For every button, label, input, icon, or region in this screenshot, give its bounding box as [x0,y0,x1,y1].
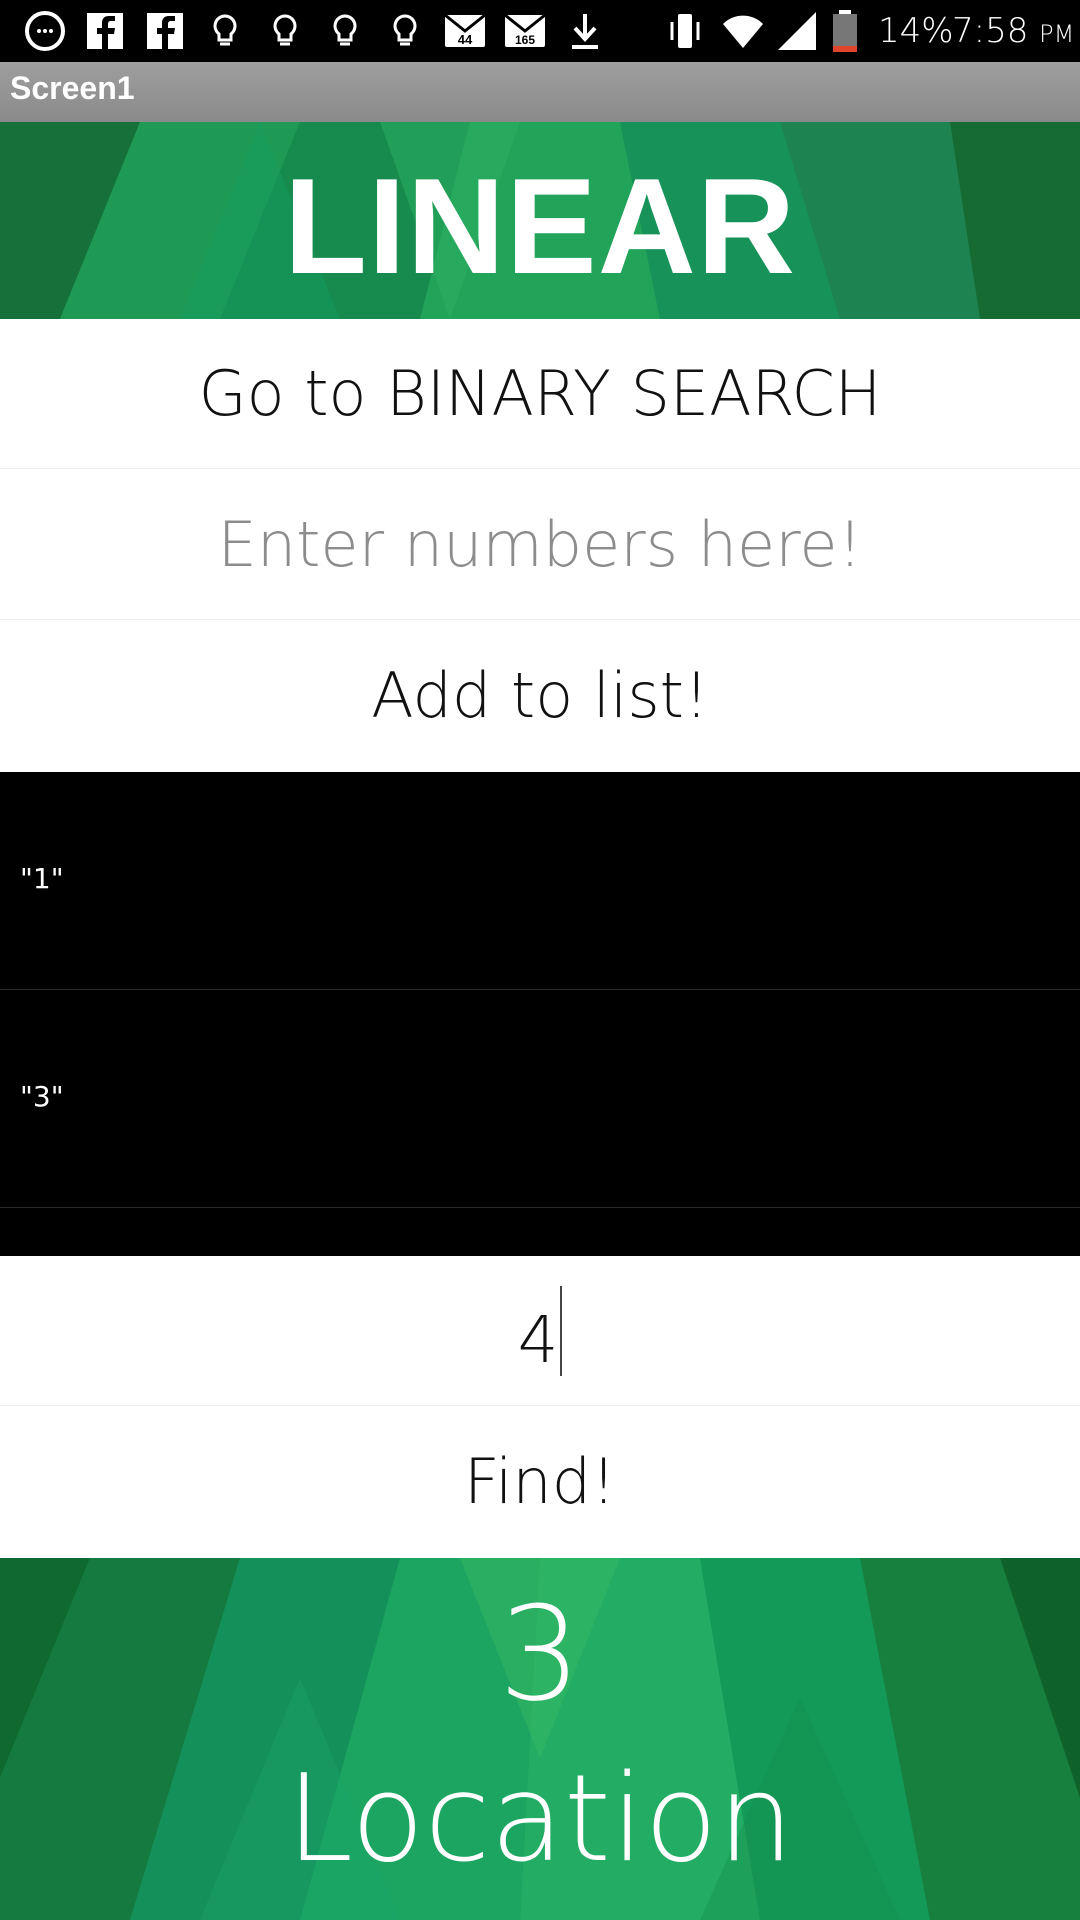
bulb-icon [333,14,357,46]
download-icon [572,14,598,49]
list-item[interactable]: "1" [0,772,1080,990]
numbers-input[interactable]: Enter numbers here! [0,470,1080,620]
signal-icon [778,12,816,50]
header-banner: LINEAR SEARCH [0,122,1080,319]
battery-percent: 14% [878,11,954,51]
add-to-list-label: Add to list! [371,659,709,732]
find-label: Find! [464,1445,616,1518]
result-banner: 3 Location [0,1558,1080,1920]
add-to-list-button[interactable]: Add to list! [0,621,1080,771]
title-bar: Screen1 [0,62,1080,122]
clock: 7:58 PM [952,10,1074,55]
screen-title: Screen1 [10,70,135,106]
search-value-input[interactable]: 4 [0,1256,1080,1406]
bulb-icon [273,14,297,46]
vibrate-icon [670,14,700,48]
whatsapp-icon [25,11,65,51]
result-label: Location [286,1750,794,1889]
clock-time: 7:58 [952,11,1029,51]
search-value-text: 4 [517,1304,559,1378]
list-item-text: "3" [20,1080,64,1113]
text-cursor [560,1286,563,1376]
mail-icon: 44 [444,13,486,47]
mail-icon: 165 [504,13,546,47]
list-item[interactable]: "3" [0,990,1080,1208]
find-button[interactable]: Find! [0,1407,1080,1557]
numbers-input-placeholder: Enter numbers here! [217,508,863,581]
numbers-list[interactable]: "1" "3" [0,772,1080,1256]
page-heading: LINEAR SEARCH [250,150,829,319]
clock-ampm: PM [1039,20,1075,48]
wifi-icon [723,15,763,49]
svg-text:44: 44 [458,32,473,47]
go-to-binary-search-label: Go to BINARY SEARCH [198,357,882,430]
bulb-icon [213,14,237,46]
status-bar: 44 165 14% 7:58 PM [0,0,1080,62]
list-item-text: "1" [20,862,64,895]
facebook-icon [147,13,183,49]
battery-icon [833,10,857,52]
bulb-icon [393,14,417,46]
result-number: 3 [498,1578,582,1730]
svg-text:165: 165 [515,33,535,47]
go-to-binary-search-button[interactable]: Go to BINARY SEARCH [0,319,1080,469]
facebook-icon [87,13,123,49]
search-value-field: 4 [0,1286,1080,1386]
